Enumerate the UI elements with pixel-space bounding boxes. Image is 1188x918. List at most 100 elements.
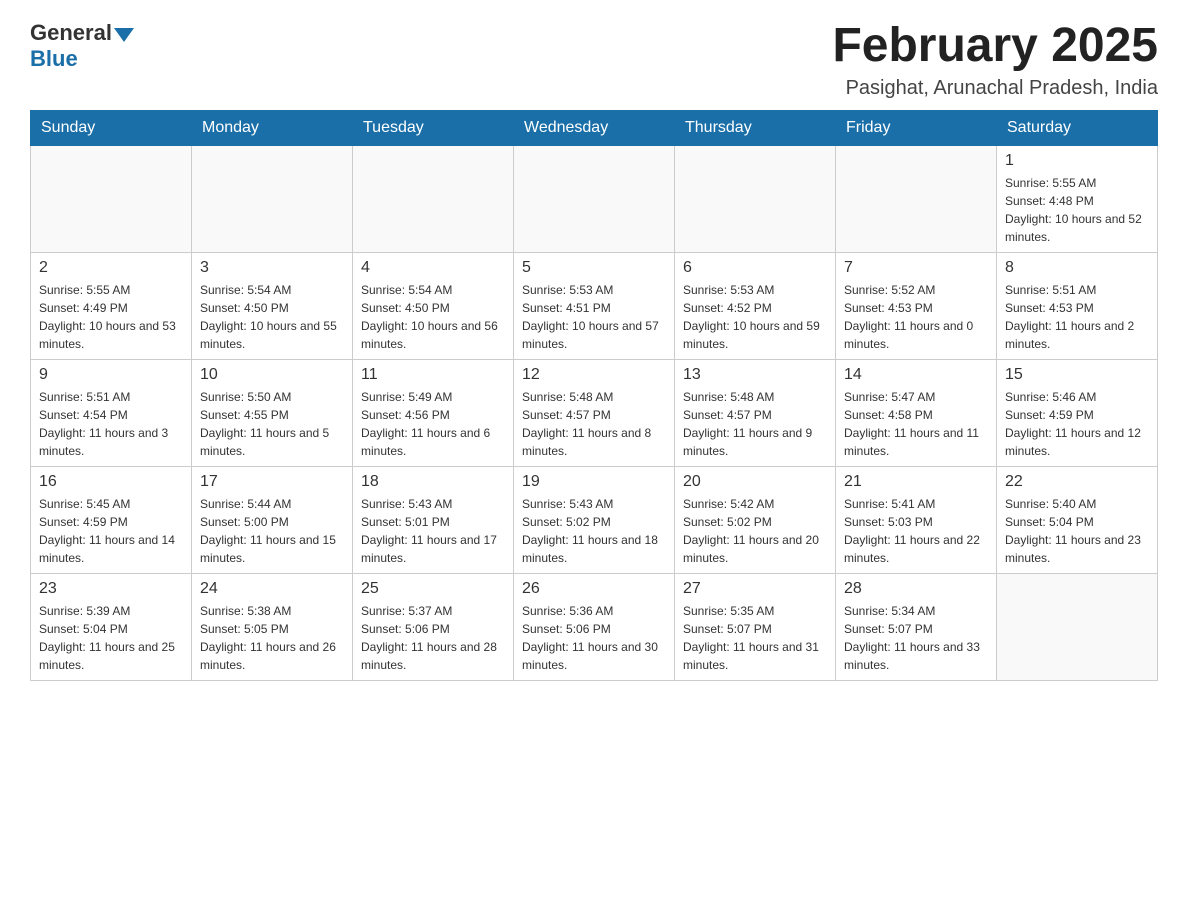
calendar-week-row: 9 Sunrise: 5:51 AMSunset: 4:54 PMDaylight… — [31, 359, 1158, 466]
logo-general-text: General — [30, 20, 112, 46]
day-info: Sunrise: 5:43 AMSunset: 5:01 PMDaylight:… — [361, 495, 505, 567]
calendar-cell: 22 Sunrise: 5:40 AMSunset: 5:04 PMDayligh… — [997, 466, 1158, 573]
location-subtitle: Pasighat, Arunachal Pradesh, India — [832, 77, 1158, 100]
day-number: 18 — [361, 473, 505, 491]
calendar-cell: 13 Sunrise: 5:48 AMSunset: 4:57 PMDayligh… — [675, 359, 836, 466]
weekday-header-thursday: Thursday — [675, 110, 836, 145]
day-info: Sunrise: 5:36 AMSunset: 5:06 PMDaylight:… — [522, 602, 666, 674]
main-title: February 2025 — [832, 20, 1158, 73]
day-number: 26 — [522, 580, 666, 598]
calendar-cell: 23Sunrise: 5:39 AMSunset: 5:04 PMDayligh… — [31, 573, 192, 680]
day-number: 21 — [844, 473, 988, 491]
page-header: General Blue February 2025 Pasighat, Aru… — [30, 20, 1158, 100]
calendar-cell: 4Sunrise: 5:54 AMSunset: 4:50 PMDaylight… — [353, 252, 514, 359]
calendar-cell: 25 Sunrise: 5:37 AMSunset: 5:06 PMDayligh… — [353, 573, 514, 680]
day-number: 6 — [683, 259, 827, 277]
calendar-cell: 9 Sunrise: 5:51 AMSunset: 4:54 PMDaylight… — [31, 359, 192, 466]
day-number: 8 — [1005, 259, 1149, 277]
calendar-cell — [514, 145, 675, 252]
day-number: 23 — [39, 580, 183, 598]
day-info: Sunrise: 5:40 AMSunset: 5:04 PMDaylight:… — [1005, 495, 1149, 567]
weekday-header-saturday: Saturday — [997, 110, 1158, 145]
day-info: Sunrise: 5:52 AMSunset: 4:53 PMDaylight:… — [844, 281, 988, 353]
calendar-cell: 16Sunrise: 5:45 AMSunset: 4:59 PMDayligh… — [31, 466, 192, 573]
day-info: Sunrise: 5:42 AMSunset: 5:02 PMDaylight:… — [683, 495, 827, 567]
day-number: 28 — [844, 580, 988, 598]
weekday-header-monday: Monday — [192, 110, 353, 145]
logo: General Blue — [30, 20, 134, 72]
day-info: Sunrise: 5:49 AMSunset: 4:56 PMDaylight:… — [361, 388, 505, 460]
calendar-cell: 11 Sunrise: 5:49 AMSunset: 4:56 PMDayligh… — [353, 359, 514, 466]
day-info: Sunrise: 5:51 AMSunset: 4:53 PMDaylight:… — [1005, 281, 1149, 353]
day-number: 13 — [683, 366, 827, 384]
day-number: 11 — [361, 366, 505, 384]
day-number: 17 — [200, 473, 344, 491]
day-number: 9 — [39, 366, 183, 384]
calendar-cell: 24Sunrise: 5:38 AMSunset: 5:05 PMDayligh… — [192, 573, 353, 680]
calendar-cell: 8 Sunrise: 5:51 AMSunset: 4:53 PMDaylight… — [997, 252, 1158, 359]
calendar-cell: 21Sunrise: 5:41 AMSunset: 5:03 PMDayligh… — [836, 466, 997, 573]
day-number: 19 — [522, 473, 666, 491]
day-number: 14 — [844, 366, 988, 384]
calendar-cell: 5 Sunrise: 5:53 AMSunset: 4:51 PMDaylight… — [514, 252, 675, 359]
day-info: Sunrise: 5:46 AMSunset: 4:59 PMDaylight:… — [1005, 388, 1149, 460]
day-number: 12 — [522, 366, 666, 384]
day-info: Sunrise: 5:55 AMSunset: 4:49 PMDaylight:… — [39, 281, 183, 353]
calendar-week-row: 1 Sunrise: 5:55 AMSunset: 4:48 PMDaylight… — [31, 145, 1158, 252]
calendar-cell — [675, 145, 836, 252]
calendar-cell: 20 Sunrise: 5:42 AMSunset: 5:02 PMDayligh… — [675, 466, 836, 573]
day-info: Sunrise: 5:55 AMSunset: 4:48 PMDaylight:… — [1005, 174, 1149, 246]
day-info: Sunrise: 5:45 AMSunset: 4:59 PMDaylight:… — [39, 495, 183, 567]
calendar-cell — [997, 573, 1158, 680]
day-info: Sunrise: 5:53 AMSunset: 4:52 PMDaylight:… — [683, 281, 827, 353]
calendar-cell: 27 Sunrise: 5:35 AMSunset: 5:07 PMDayligh… — [675, 573, 836, 680]
calendar-cell: 26 Sunrise: 5:36 AMSunset: 5:06 PMDayligh… — [514, 573, 675, 680]
day-info: Sunrise: 5:37 AMSunset: 5:06 PMDaylight:… — [361, 602, 505, 674]
calendar-cell — [836, 145, 997, 252]
weekday-header-tuesday: Tuesday — [353, 110, 514, 145]
calendar-cell: 1 Sunrise: 5:55 AMSunset: 4:48 PMDaylight… — [997, 145, 1158, 252]
weekday-header-wednesday: Wednesday — [514, 110, 675, 145]
calendar-table: SundayMondayTuesdayWednesdayThursdayFrid… — [30, 110, 1158, 681]
day-info: Sunrise: 5:44 AMSunset: 5:00 PMDaylight:… — [200, 495, 344, 567]
calendar-cell — [353, 145, 514, 252]
calendar-cell — [192, 145, 353, 252]
day-info: Sunrise: 5:48 AMSunset: 4:57 PMDaylight:… — [683, 388, 827, 460]
day-info: Sunrise: 5:51 AMSunset: 4:54 PMDaylight:… — [39, 388, 183, 460]
day-number: 5 — [522, 259, 666, 277]
day-number: 1 — [1005, 152, 1149, 170]
weekday-header-sunday: Sunday — [31, 110, 192, 145]
day-info: Sunrise: 5:47 AMSunset: 4:58 PMDaylight:… — [844, 388, 988, 460]
day-info: Sunrise: 5:35 AMSunset: 5:07 PMDaylight:… — [683, 602, 827, 674]
calendar-cell: 18 Sunrise: 5:43 AMSunset: 5:01 PMDayligh… — [353, 466, 514, 573]
calendar-cell — [31, 145, 192, 252]
day-number: 27 — [683, 580, 827, 598]
calendar-cell: 17 Sunrise: 5:44 AMSunset: 5:00 PMDayligh… — [192, 466, 353, 573]
day-number: 22 — [1005, 473, 1149, 491]
day-number: 25 — [361, 580, 505, 598]
day-number: 24 — [200, 580, 344, 598]
day-number: 20 — [683, 473, 827, 491]
day-info: Sunrise: 5:53 AMSunset: 4:51 PMDaylight:… — [522, 281, 666, 353]
logo-arrow-icon — [114, 28, 134, 42]
day-number: 15 — [1005, 366, 1149, 384]
calendar-cell: 2 Sunrise: 5:55 AMSunset: 4:49 PMDaylight… — [31, 252, 192, 359]
calendar-cell: 19Sunrise: 5:43 AMSunset: 5:02 PMDayligh… — [514, 466, 675, 573]
day-number: 7 — [844, 259, 988, 277]
day-info: Sunrise: 5:34 AMSunset: 5:07 PMDaylight:… — [844, 602, 988, 674]
calendar-cell: 7 Sunrise: 5:52 AMSunset: 4:53 PMDaylight… — [836, 252, 997, 359]
calendar-cell: 15 Sunrise: 5:46 AMSunset: 4:59 PMDayligh… — [997, 359, 1158, 466]
calendar-cell: 14 Sunrise: 5:47 AMSunset: 4:58 PMDayligh… — [836, 359, 997, 466]
weekday-header-friday: Friday — [836, 110, 997, 145]
calendar-cell: 12 Sunrise: 5:48 AMSunset: 4:57 PMDayligh… — [514, 359, 675, 466]
day-number: 2 — [39, 259, 183, 277]
calendar-week-row: 16Sunrise: 5:45 AMSunset: 4:59 PMDayligh… — [31, 466, 1158, 573]
title-block: February 2025 Pasighat, Arunachal Prades… — [832, 20, 1158, 100]
day-number: 3 — [200, 259, 344, 277]
day-info: Sunrise: 5:54 AMSunset: 4:50 PMDaylight:… — [361, 281, 505, 353]
weekday-header-row: SundayMondayTuesdayWednesdayThursdayFrid… — [31, 110, 1158, 145]
calendar-cell: 28 Sunrise: 5:34 AMSunset: 5:07 PMDayligh… — [836, 573, 997, 680]
day-info: Sunrise: 5:48 AMSunset: 4:57 PMDaylight:… — [522, 388, 666, 460]
day-info: Sunrise: 5:50 AMSunset: 4:55 PMDaylight:… — [200, 388, 344, 460]
calendar-cell: 10Sunrise: 5:50 AMSunset: 4:55 PMDayligh… — [192, 359, 353, 466]
